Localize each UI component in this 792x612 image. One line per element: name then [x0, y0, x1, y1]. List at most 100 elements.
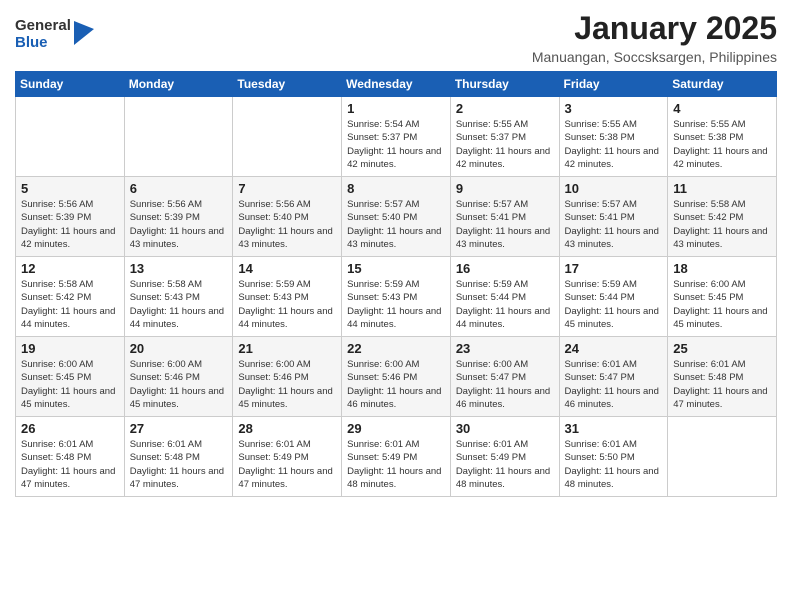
day-number: 16 [456, 261, 554, 276]
header-cell-tuesday: Tuesday [233, 72, 342, 97]
day-number: 2 [456, 101, 554, 116]
day-info: Sunrise: 5:59 AMSunset: 5:43 PMDaylight:… [347, 278, 445, 331]
week-row-3: 12Sunrise: 5:58 AMSunset: 5:42 PMDayligh… [16, 257, 777, 337]
day-info: Sunrise: 6:00 AMSunset: 5:46 PMDaylight:… [130, 358, 228, 411]
header: General Blue January 2025 Manuangan, Soc… [15, 10, 777, 65]
day-cell: 25Sunrise: 6:01 AMSunset: 5:48 PMDayligh… [668, 337, 777, 417]
day-cell: 11 Sunrise: 5:58 AMSunset: 5:42 PMDayligh… [668, 177, 777, 257]
day-info: Sunrise: 5:59 AMSunset: 5:43 PMDaylight:… [238, 278, 336, 331]
day-info: Sunrise: 6:01 AMSunset: 5:49 PMDaylight:… [456, 438, 554, 491]
header-cell-friday: Friday [559, 72, 668, 97]
day-number: 18 [673, 261, 771, 276]
day-number: 30 [456, 421, 554, 436]
day-cell: 20Sunrise: 6:00 AMSunset: 5:46 PMDayligh… [124, 337, 233, 417]
day-cell: 23 Sunrise: 6:00 AMSunset: 5:47 PMDayligh… [450, 337, 559, 417]
day-number: 28 [238, 421, 336, 436]
day-number: 3 [565, 101, 663, 116]
day-info: Sunrise: 5:58 AMSunset: 5:43 PMDaylight:… [130, 278, 228, 331]
day-number: 10 [565, 181, 663, 196]
day-cell: 31Sunrise: 6:01 AMSunset: 5:50 PMDayligh… [559, 417, 668, 497]
day-cell: 29 Sunrise: 6:01 AMSunset: 5:49 PMDayligh… [342, 417, 451, 497]
day-info: Sunrise: 5:59 AMSunset: 5:44 PMDaylight:… [456, 278, 554, 331]
day-cell: 14 Sunrise: 5:59 AMSunset: 5:43 PMDayligh… [233, 257, 342, 337]
day-cell: 8 Sunrise: 5:57 AMSunset: 5:40 PMDaylight… [342, 177, 451, 257]
day-number: 14 [238, 261, 336, 276]
day-number: 29 [347, 421, 445, 436]
day-number: 13 [130, 261, 228, 276]
day-info: Sunrise: 5:59 AMSunset: 5:44 PMDaylight:… [565, 278, 663, 331]
day-info: Sunrise: 6:01 AMSunset: 5:49 PMDaylight:… [347, 438, 445, 491]
day-cell: 2Sunrise: 5:55 AMSunset: 5:37 PMDaylight… [450, 97, 559, 177]
day-info: Sunrise: 5:55 AMSunset: 5:38 PMDaylight:… [673, 118, 771, 171]
logo: General Blue [15, 18, 94, 51]
day-cell: 16 Sunrise: 5:59 AMSunset: 5:44 PMDayligh… [450, 257, 559, 337]
day-cell: 21Sunrise: 6:00 AMSunset: 5:46 PMDayligh… [233, 337, 342, 417]
day-cell: 6 Sunrise: 5:56 AMSunset: 5:39 PMDaylight… [124, 177, 233, 257]
day-info: Sunrise: 6:00 AMSunset: 5:46 PMDaylight:… [238, 358, 336, 411]
day-cell: 30 Sunrise: 6:01 AMSunset: 5:49 PMDayligh… [450, 417, 559, 497]
day-number: 8 [347, 181, 445, 196]
day-cell: 1 Sunrise: 5:54 AMSunset: 5:37 PMDaylight… [342, 97, 451, 177]
header-cell-wednesday: Wednesday [342, 72, 451, 97]
day-cell: 10 Sunrise: 5:57 AMSunset: 5:41 PMDayligh… [559, 177, 668, 257]
logo-icon [74, 21, 94, 45]
week-row-4: 19 Sunrise: 6:00 AMSunset: 5:45 PMDayligh… [16, 337, 777, 417]
day-number: 19 [21, 341, 119, 356]
day-number: 6 [130, 181, 228, 196]
day-number: 17 [565, 261, 663, 276]
day-number: 15 [347, 261, 445, 276]
logo-general-text: General [15, 18, 71, 35]
header-row: SundayMondayTuesdayWednesdayThursdayFrid… [16, 72, 777, 97]
calendar-title: January 2025 [532, 10, 777, 47]
day-cell: 17 Sunrise: 5:59 AMSunset: 5:44 PMDayligh… [559, 257, 668, 337]
day-cell: 7Sunrise: 5:56 AMSunset: 5:40 PMDaylight… [233, 177, 342, 257]
day-cell [16, 97, 125, 177]
header-cell-sunday: Sunday [16, 72, 125, 97]
day-info: Sunrise: 6:01 AMSunset: 5:50 PMDaylight:… [565, 438, 663, 491]
day-number: 11 [673, 181, 771, 196]
day-number: 9 [456, 181, 554, 196]
day-cell: 13 Sunrise: 5:58 AMSunset: 5:43 PMDayligh… [124, 257, 233, 337]
day-cell: 4 Sunrise: 5:55 AMSunset: 5:38 PMDaylight… [668, 97, 777, 177]
day-info: Sunrise: 5:57 AMSunset: 5:40 PMDaylight:… [347, 198, 445, 251]
day-cell: 26 Sunrise: 6:01 AMSunset: 5:48 PMDayligh… [16, 417, 125, 497]
day-number: 26 [21, 421, 119, 436]
day-number: 27 [130, 421, 228, 436]
day-info: Sunrise: 5:58 AMSunset: 5:42 PMDaylight:… [21, 278, 119, 331]
day-cell: 22 Sunrise: 6:00 AMSunset: 5:46 PMDayligh… [342, 337, 451, 417]
day-info: Sunrise: 6:00 AMSunset: 5:47 PMDaylight:… [456, 358, 554, 411]
day-info: Sunrise: 6:01 AMSunset: 5:48 PMDaylight:… [21, 438, 119, 491]
day-info: Sunrise: 5:58 AMSunset: 5:42 PMDaylight:… [673, 198, 771, 251]
header-cell-thursday: Thursday [450, 72, 559, 97]
calendar-subtitle: Manuangan, Soccsksargen, Philippines [532, 49, 777, 65]
day-info: Sunrise: 5:57 AMSunset: 5:41 PMDaylight:… [565, 198, 663, 251]
day-cell: 12Sunrise: 5:58 AMSunset: 5:42 PMDayligh… [16, 257, 125, 337]
day-cell: 28 Sunrise: 6:01 AMSunset: 5:49 PMDayligh… [233, 417, 342, 497]
day-number: 4 [673, 101, 771, 116]
day-info: Sunrise: 5:56 AMSunset: 5:39 PMDaylight:… [130, 198, 228, 251]
day-info: Sunrise: 6:01 AMSunset: 5:48 PMDaylight:… [130, 438, 228, 491]
day-number: 23 [456, 341, 554, 356]
day-info: Sunrise: 6:00 AMSunset: 5:45 PMDaylight:… [21, 358, 119, 411]
week-row-1: 1 Sunrise: 5:54 AMSunset: 5:37 PMDaylight… [16, 97, 777, 177]
day-info: Sunrise: 5:56 AMSunset: 5:40 PMDaylight:… [238, 198, 336, 251]
logo-blue-text: Blue [15, 35, 71, 52]
day-info: Sunrise: 5:55 AMSunset: 5:38 PMDaylight:… [565, 118, 663, 171]
day-info: Sunrise: 6:00 AMSunset: 5:46 PMDaylight:… [347, 358, 445, 411]
day-cell: 3 Sunrise: 5:55 AMSunset: 5:38 PMDaylight… [559, 97, 668, 177]
header-cell-saturday: Saturday [668, 72, 777, 97]
day-cell: 19 Sunrise: 6:00 AMSunset: 5:45 PMDayligh… [16, 337, 125, 417]
day-cell: 15 Sunrise: 5:59 AMSunset: 5:43 PMDayligh… [342, 257, 451, 337]
day-info: Sunrise: 6:00 AMSunset: 5:45 PMDaylight:… [673, 278, 771, 331]
week-row-5: 26 Sunrise: 6:01 AMSunset: 5:48 PMDayligh… [16, 417, 777, 497]
day-info: Sunrise: 5:56 AMSunset: 5:39 PMDaylight:… [21, 198, 119, 251]
day-info: Sunrise: 6:01 AMSunset: 5:49 PMDaylight:… [238, 438, 336, 491]
day-cell [233, 97, 342, 177]
week-row-2: 5 Sunrise: 5:56 AMSunset: 5:39 PMDaylight… [16, 177, 777, 257]
day-cell: 18 Sunrise: 6:00 AMSunset: 5:45 PMDayligh… [668, 257, 777, 337]
title-area: January 2025 Manuangan, Soccsksargen, Ph… [532, 10, 777, 65]
day-number: 22 [347, 341, 445, 356]
day-number: 1 [347, 101, 445, 116]
day-info: Sunrise: 5:54 AMSunset: 5:37 PMDaylight:… [347, 118, 445, 171]
day-number: 5 [21, 181, 119, 196]
